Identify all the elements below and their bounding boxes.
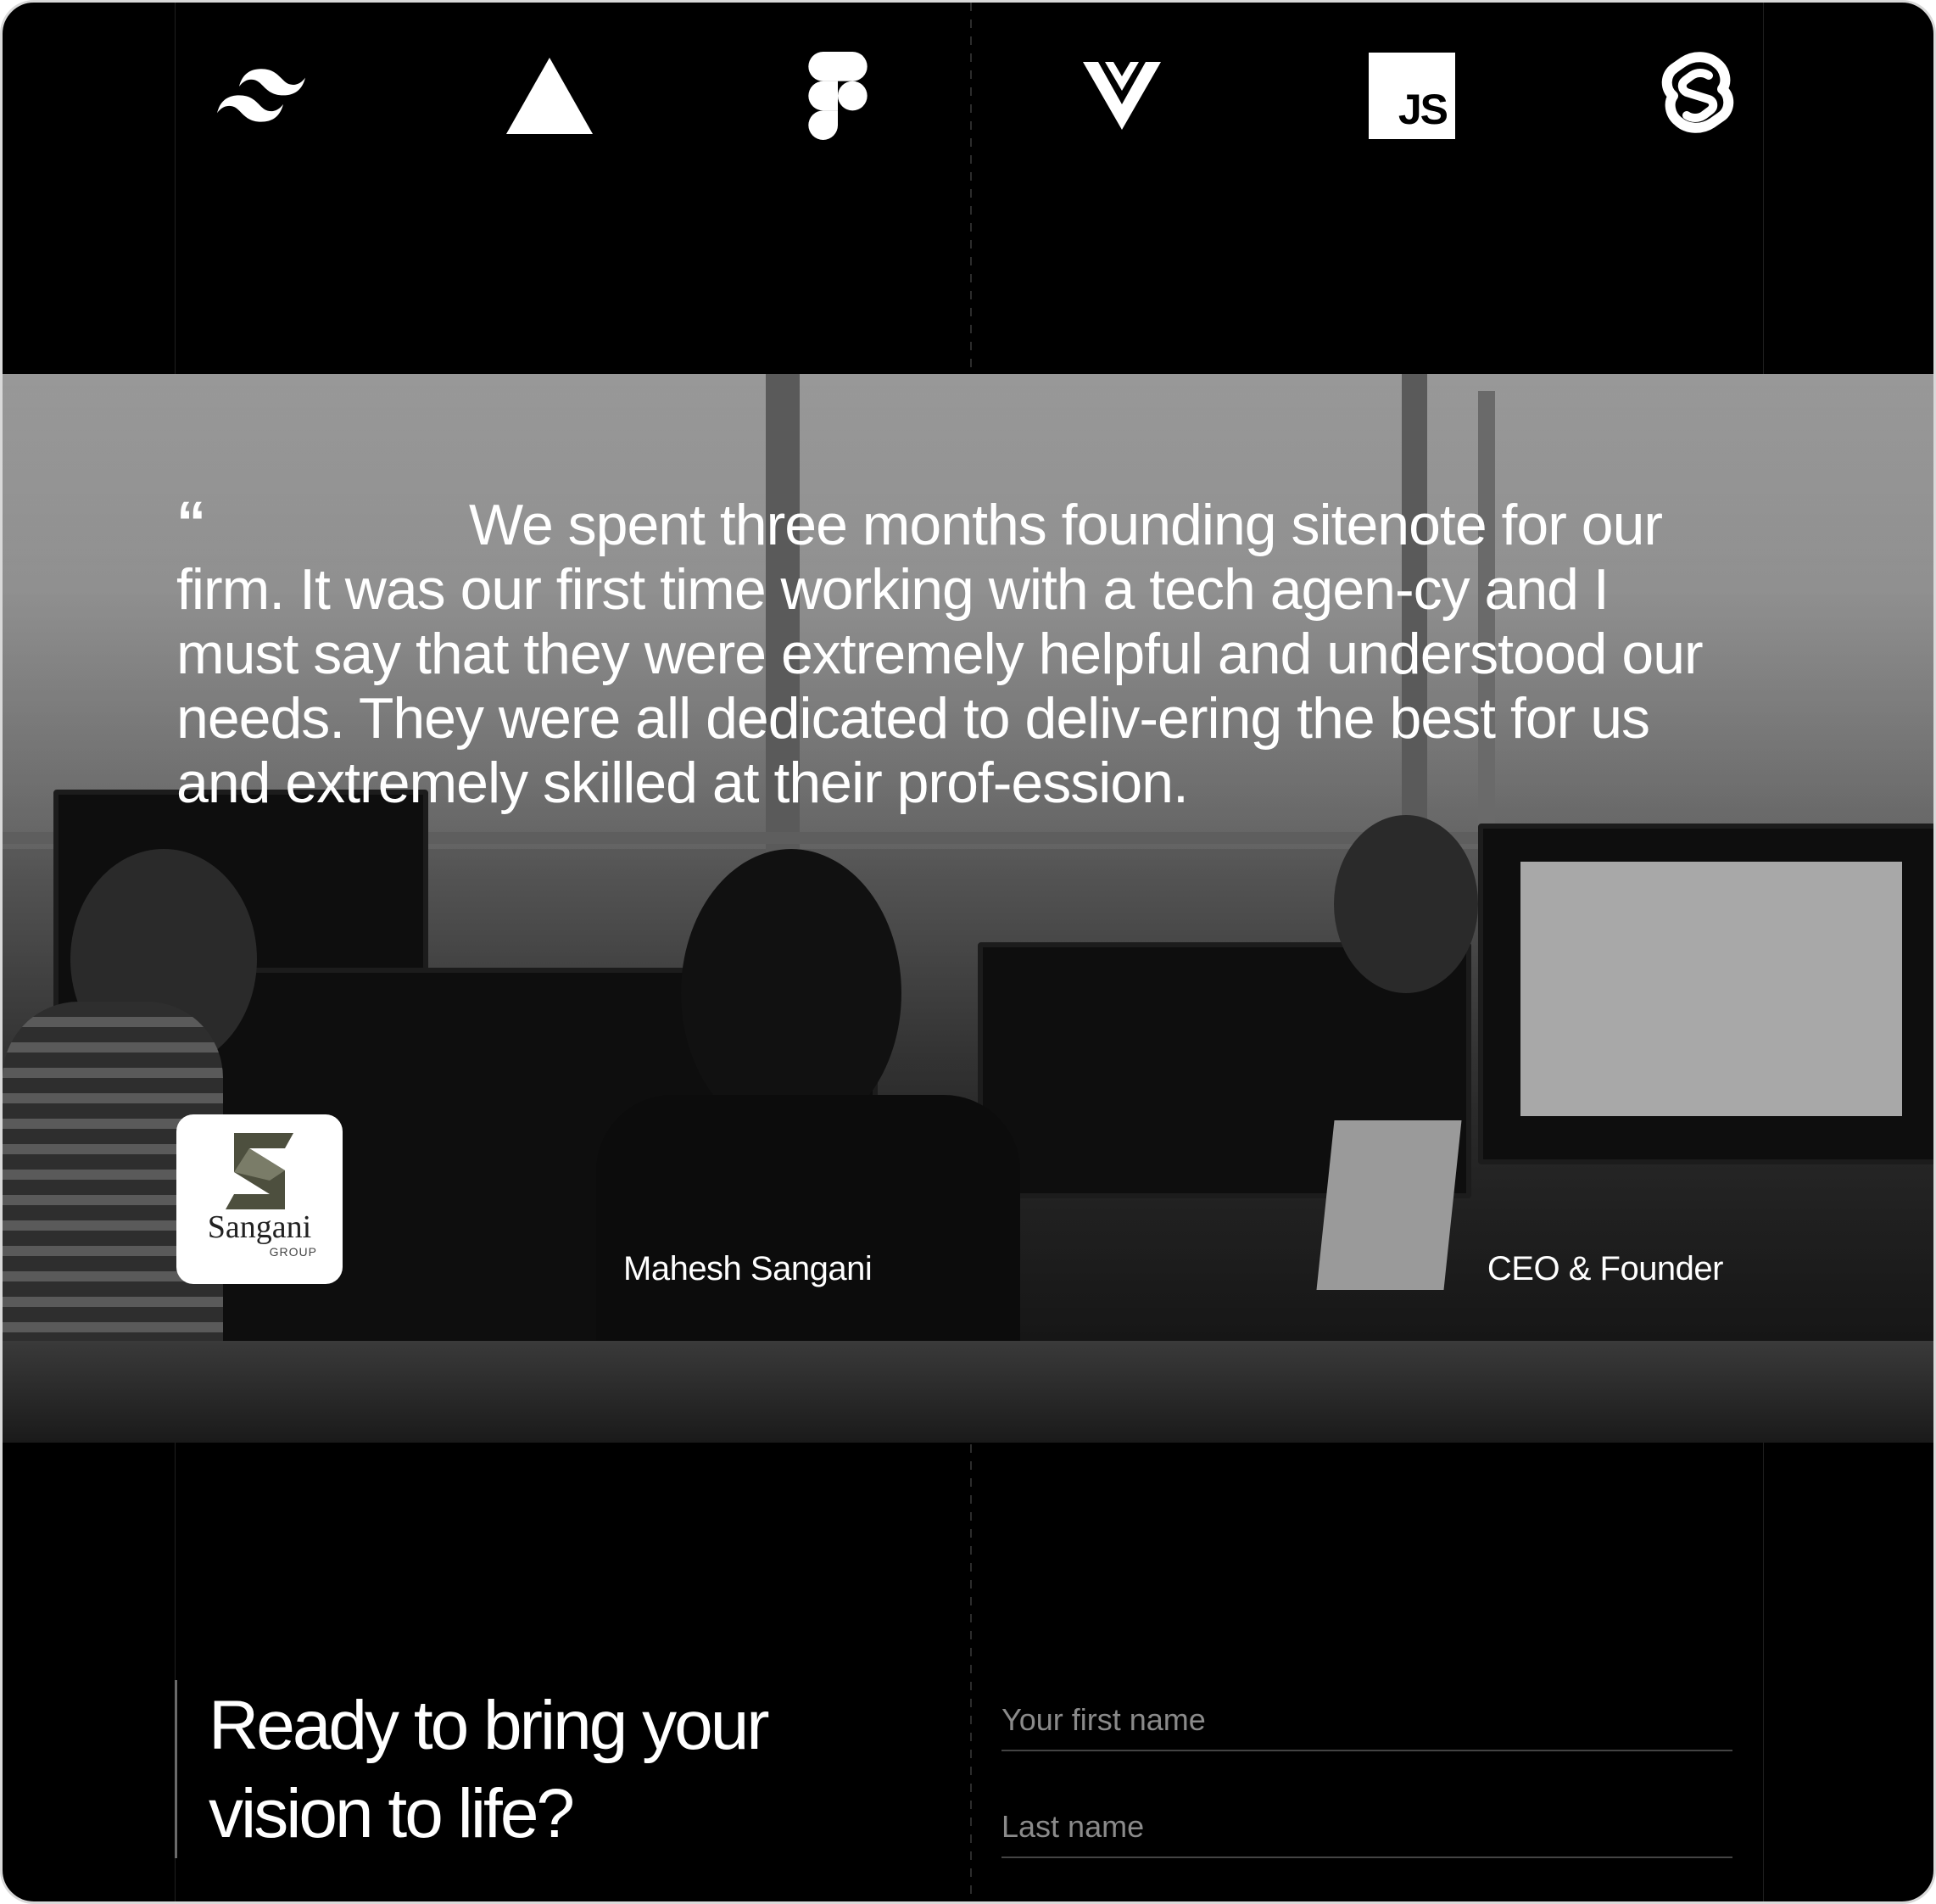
person-role: CEO & Founder xyxy=(1487,1250,1724,1287)
testimonial-section: “ We spent three months founding sitenot… xyxy=(3,374,1933,1443)
first-name-field[interactable] xyxy=(1001,1690,1732,1751)
cta-accent-bar xyxy=(175,1680,177,1858)
js-label: JS xyxy=(1398,86,1448,133)
last-name-input[interactable] xyxy=(1001,1797,1732,1857)
tech-logo-row: JS xyxy=(3,45,1933,147)
vue-icon xyxy=(1071,45,1173,147)
testimonial-quote: We spent three months founding sitenote … xyxy=(176,493,1704,815)
sangani-s-icon xyxy=(226,1133,293,1209)
figma-icon xyxy=(787,45,889,147)
cta-title-line2: vision to life? xyxy=(209,1775,575,1852)
first-name-input[interactable] xyxy=(1001,1690,1732,1750)
page-frame: JS “ We spent three months founding site… xyxy=(0,0,1936,1904)
client-logo-subtext: GROUP xyxy=(269,1245,317,1259)
javascript-icon: JS xyxy=(1361,45,1463,147)
triangle-icon xyxy=(499,45,600,147)
cta-title: Ready to bring your vision to life? xyxy=(209,1682,904,1858)
svelte-icon xyxy=(1648,45,1749,147)
person-name: Mahesh Sangani xyxy=(623,1250,873,1287)
client-logo-text: Sangani xyxy=(207,1209,312,1245)
client-logo: Sangani GROUP xyxy=(176,1114,343,1284)
tailwind-icon xyxy=(210,45,312,147)
last-name-field[interactable] xyxy=(1001,1797,1732,1858)
cta-title-line1: Ready to bring your xyxy=(209,1687,770,1764)
